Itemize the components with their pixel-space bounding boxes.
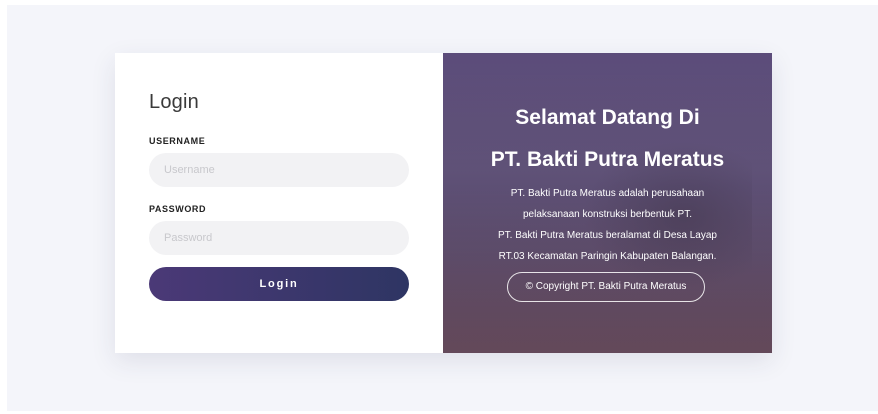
username-label: USERNAME [149,136,206,146]
password-label: PASSWORD [149,204,207,214]
description-line: pelaksanaan konstruksi berbentuk PT. [523,209,692,220]
password-input[interactable] [149,221,409,255]
company-name-heading: PT. Bakti Putra Meratus [490,148,725,171]
description-line: PT. Bakti Putra Meratus beralamat di Des… [498,230,717,241]
login-card: Login USERNAME PASSWORD Login Selamat Da… [115,53,772,353]
login-form-panel: Login USERNAME PASSWORD Login [115,53,443,353]
description-line: RT.03 Kecamatan Paringin Kabupaten Balan… [498,251,717,262]
description-line: PT. Bakti Putra Meratus adalah perusahaa… [510,188,705,199]
login-title: Login [149,91,199,113]
company-description: PT. Bakti Putra Meratus adalah perusahaa… [473,183,742,267]
welcome-heading: Selamat Datang Di [515,106,700,129]
login-button[interactable]: Login [149,267,409,301]
welcome-panel: Selamat Datang Di PT. Bakti Putra Meratu… [443,53,772,353]
copyright-badge: © Copyright PT. Bakti Putra Meratus [507,272,705,302]
username-input[interactable] [149,153,409,187]
